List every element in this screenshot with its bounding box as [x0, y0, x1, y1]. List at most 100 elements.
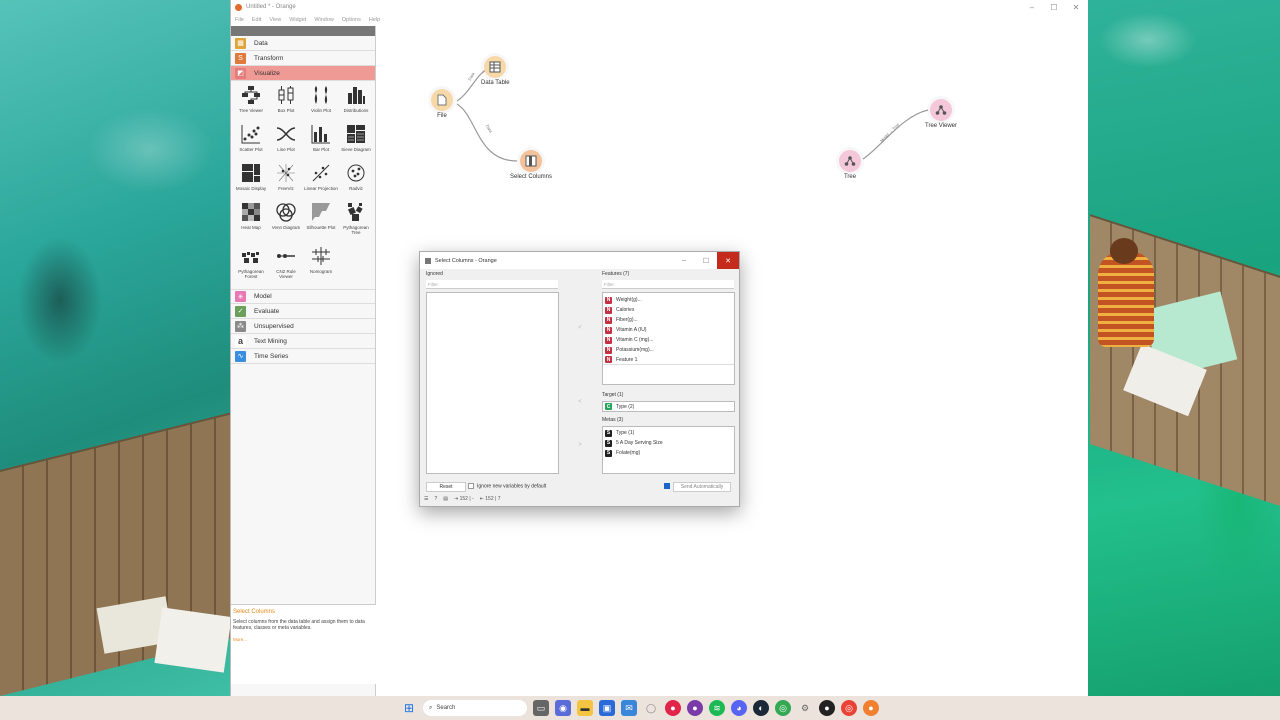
category-time-series[interactable]: ∿ Time Series — [231, 349, 375, 364]
help-icon[interactable]: ? — [434, 496, 437, 502]
menu-view[interactable]: View — [269, 17, 281, 23]
file-explorer-icon[interactable]: ▬ — [577, 700, 593, 716]
file-icon — [431, 89, 453, 111]
dialog-minimize-button[interactable]: – — [673, 252, 695, 269]
app-icon-red[interactable]: ● — [665, 700, 681, 716]
widget-scatter-plot[interactable]: Scatter Plot — [234, 123, 268, 159]
category-model[interactable]: ✳ Model — [231, 289, 375, 304]
widget-pythagorean-tree[interactable]: Pythagorean Tree — [339, 201, 373, 242]
windows-start-icon[interactable]: ⊞ — [401, 700, 417, 716]
ignored-list[interactable] — [426, 292, 559, 474]
send-automatically-checkbox[interactable] — [664, 483, 673, 489]
list-item[interactable]: N Vitamin A (IU) — [603, 325, 734, 335]
node-file[interactable]: File — [431, 89, 453, 119]
app-icon-dark[interactable]: ● — [819, 700, 835, 716]
menu-help[interactable]: Help — [369, 17, 380, 23]
tree-viewer-icon — [240, 84, 262, 106]
category-evaluate[interactable]: ✓ Evaluate — [231, 304, 375, 319]
node-data-table[interactable]: Data Table — [481, 56, 510, 86]
list-item[interactable]: N Feature 1 — [603, 355, 734, 365]
settings-icon[interactable]: ⚙ — [797, 700, 813, 716]
tree-viewer-icon — [930, 99, 952, 121]
widget-freeviz[interactable]: FreeViz — [269, 162, 303, 198]
target-list[interactable]: C Type (2) — [602, 401, 735, 412]
category-visualize[interactable]: ◩ Visualize — [231, 66, 375, 81]
widget-radviz[interactable]: Radviz — [339, 162, 373, 198]
feature-label: Feature 1 — [616, 356, 638, 363]
menu-icon[interactable]: ☰ — [424, 496, 428, 502]
category-data[interactable]: ▦ Data — [231, 36, 375, 51]
menu-file[interactable]: File — [235, 17, 244, 23]
widget-heat-map[interactable]: Heat Map — [234, 201, 268, 242]
task-view-icon[interactable]: ▭ — [533, 700, 549, 716]
steam-icon[interactable]: ◐ — [753, 700, 769, 716]
send-automatically-button[interactable]: Send Automatically — [673, 482, 731, 492]
ignore-new-variables-checkbox[interactable]: Ignore new variables by default — [468, 483, 546, 489]
menu-window[interactable]: Window — [314, 17, 334, 23]
list-item[interactable]: N Weight(g)... — [603, 295, 734, 305]
widget-sieve-diagram[interactable]: Sieve Diagram — [339, 123, 373, 159]
list-item[interactable]: S 5 A Day Serving Size — [603, 438, 734, 448]
node-select-columns[interactable]: Select Columns — [510, 150, 552, 180]
link-file-selectcolumns[interactable] — [456, 103, 518, 162]
list-item[interactable]: N Potassium(mg)... — [603, 345, 734, 355]
widget-line-plot[interactable]: Line Plot — [269, 123, 303, 159]
store-icon[interactable]: ▣ — [599, 700, 615, 716]
category-text-mining[interactable]: a Text Mining — [231, 334, 375, 349]
link-tree-treeviewer[interactable] — [862, 109, 929, 160]
app-icon-purple[interactable]: ● — [687, 700, 703, 716]
category-transform[interactable]: S Transform — [231, 51, 375, 66]
discord-icon[interactable]: ◕ — [731, 700, 747, 716]
chrome-alt-icon[interactable]: ◎ — [841, 700, 857, 716]
chrome-icon[interactable]: ◎ — [775, 700, 791, 716]
close-button[interactable]: ✕ — [1065, 0, 1087, 14]
report-icon[interactable]: ▤ — [443, 496, 448, 502]
dialog-close-button[interactable]: ✕ — [717, 252, 739, 269]
features-list[interactable]: N Weight(g)... N Calories N Fiber(g)... N Vi… — [602, 292, 735, 385]
node-tree-viewer[interactable]: Tree Viewer — [925, 99, 957, 129]
list-item[interactable]: N Vitamin C (mg)... — [603, 335, 734, 345]
window-controls: – ☐ ✕ — [1021, 0, 1087, 14]
widget-violin-plot[interactable]: Violin Plot — [304, 84, 338, 120]
list-item[interactable]: N Calories — [603, 305, 734, 315]
orange-taskbar-icon[interactable]: ● — [863, 700, 879, 716]
list-item[interactable]: C Type (2) — [603, 402, 734, 411]
menu-edit[interactable]: Edit — [252, 17, 261, 23]
widget-venn-diagram[interactable]: Venn Diagram — [269, 201, 303, 242]
app-icon-grey[interactable]: ◯ — [643, 700, 659, 716]
widget-distributions[interactable]: Distributions — [339, 84, 373, 120]
taskbar-search[interactable]: ⌕ Search — [423, 700, 527, 716]
help-more-link[interactable]: More... — [233, 637, 374, 642]
list-item[interactable]: S Folate(mg) — [603, 448, 734, 458]
widget-box-plot[interactable]: Box Plot — [269, 84, 303, 120]
widget-bar-plot[interactable]: Bar Plot — [304, 123, 338, 159]
widget-nomogram[interactable]: Nomogram — [304, 245, 338, 286]
data-category-icon: ▦ — [235, 37, 246, 49]
widget-pythagorean-forest[interactable]: Pythagorean Forest — [234, 245, 268, 286]
move-target-left-arrow-icon[interactable]: < — [565, 399, 595, 407]
move-to-ignored-left-arrow-icon[interactable]: < — [565, 325, 595, 333]
maximize-button[interactable]: ☐ — [1043, 0, 1065, 14]
spotify-icon[interactable]: ≋ — [709, 700, 725, 716]
category-unsupervised[interactable]: ⁂ Unsupervised — [231, 319, 375, 334]
menu-options[interactable]: Options — [342, 17, 361, 23]
list-item[interactable]: N Fiber(g)... — [603, 315, 734, 325]
chat-icon[interactable]: ◉ — [555, 700, 571, 716]
widget-mosaic-display[interactable]: Mosaic Display — [234, 162, 268, 198]
metas-list[interactable]: S Type (1) S 5 A Day Serving Size S Folate(… — [602, 426, 735, 474]
move-meta-right-arrow-icon[interactable]: > — [565, 442, 595, 450]
mail-icon[interactable]: ✉ — [621, 700, 637, 716]
menu-widget[interactable]: Widget — [289, 17, 306, 23]
node-tree[interactable]: Tree — [839, 150, 861, 180]
list-item[interactable]: S Type (1) — [603, 428, 734, 438]
widget-tree-viewer[interactable]: Tree Viewer — [234, 84, 268, 120]
widget-silhouette-plot[interactable]: Silhouette Plot — [304, 201, 338, 242]
widget-cn2-rule-viewer[interactable]: CN2 Rule Viewer — [269, 245, 303, 286]
dialog-maximize-button[interactable]: ☐ — [695, 252, 717, 269]
widget-linear-projection[interactable]: Linear Projection — [304, 162, 338, 198]
widget-label: CN2 Rule Viewer — [276, 269, 296, 279]
reset-button[interactable]: Reset — [426, 482, 466, 492]
minimize-button[interactable]: – — [1021, 0, 1043, 14]
features-filter-input[interactable]: Filter — [602, 280, 734, 289]
ignored-filter-input[interactable]: Filter — [426, 280, 558, 289]
